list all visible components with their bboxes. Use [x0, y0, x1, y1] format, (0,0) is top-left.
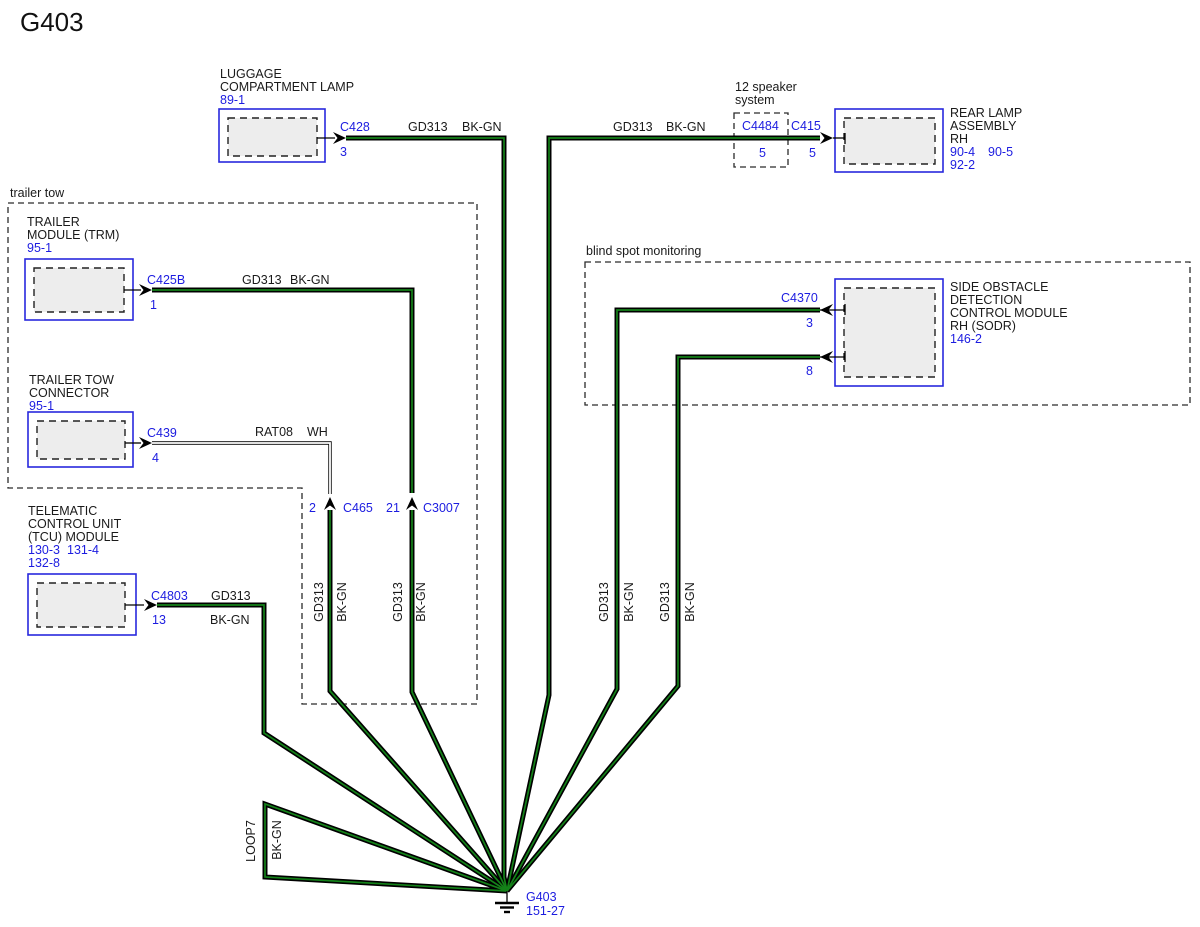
- wire-sodr8-color-label-vertical: BK-GN: [683, 582, 697, 622]
- c3007-pin-number: 21: [386, 501, 400, 515]
- wire-core: [152, 290, 412, 493]
- wire-trm-color-label: BK-GN: [290, 273, 330, 287]
- wire-c465-circuit-label-vertical: GD313: [312, 582, 326, 622]
- luggage-lamp-box: [219, 109, 325, 162]
- c465-pin-number: 2: [309, 501, 316, 515]
- wire-c3007-color-label-vertical: BK-GN: [414, 582, 428, 622]
- rear-lamp-page-ref-1[interactable]: 90-4: [950, 145, 975, 159]
- tcu-name-line3: (TCU) MODULE: [28, 530, 119, 544]
- trailer-module-box: [25, 259, 133, 320]
- c425b-label[interactable]: C425B: [147, 273, 185, 287]
- page-title: G403: [20, 7, 84, 37]
- rear-lamp-box: [835, 109, 943, 172]
- wire-tcu-circuit-label: GD313: [211, 589, 251, 603]
- speaker-system-label-line2: system: [735, 93, 775, 107]
- trailer-module-page-ref[interactable]: 95-1: [27, 241, 52, 255]
- wire-sodr8-circuit-label-vertical: GD313: [658, 582, 672, 622]
- sodr-name-line4: RH (SODR): [950, 319, 1016, 333]
- c415-pin-number: 5: [809, 146, 816, 160]
- c4484-pin-number: 5: [759, 146, 766, 160]
- ground-page-ref[interactable]: 151-27: [526, 904, 565, 918]
- wire-rat08-body: [152, 443, 330, 494]
- trailer-tow-region-label: trailer tow: [10, 186, 65, 200]
- tcu-name-line2: CONTROL UNIT: [28, 517, 122, 531]
- trailer-module-name-line1: TRAILER: [27, 215, 80, 229]
- trailer-tow-connector-page-ref[interactable]: 95-1: [29, 399, 54, 413]
- wire-core: [507, 357, 820, 891]
- blind-spot-region-label: blind spot monitoring: [586, 244, 701, 258]
- wiring-diagram-page: G403 LUGGAGE COMPARTMENT LAMP 89-1 C428 …: [0, 0, 1200, 927]
- c4370-pin3-number: 3: [806, 316, 813, 330]
- c4370-pin8-number: 8: [806, 364, 813, 378]
- tcu-page-ref-1[interactable]: 130-3: [28, 543, 60, 557]
- c415-arrow-icon: [820, 132, 833, 144]
- luggage-lamp-inner-box: [228, 118, 317, 156]
- c428-pin-number: 3: [340, 145, 347, 159]
- luggage-lamp-name-line2: COMPARTMENT LAMP: [220, 80, 354, 94]
- ground-id-label[interactable]: G403: [526, 890, 557, 904]
- c4370-label[interactable]: C4370: [781, 291, 818, 305]
- wire-trailer-module-to-c3007: [152, 290, 412, 493]
- c3007-label[interactable]: C3007: [423, 501, 460, 515]
- sodr-name-line2: DETECTION: [950, 293, 1022, 307]
- tcu-page-ref-3[interactable]: 132-8: [28, 556, 60, 570]
- tcu-page-ref-2[interactable]: 131-4: [67, 543, 99, 557]
- trailer-tow-connector-box: [28, 412, 133, 467]
- wire-c465-color-label-vertical: BK-GN: [335, 582, 349, 622]
- tcu-box: [28, 574, 136, 635]
- wire-rat08-color-label: WH: [307, 425, 328, 439]
- c465-label[interactable]: C465: [343, 501, 373, 515]
- c465-arrow-icon: [324, 497, 336, 510]
- trailer-module-name-line2: MODULE (TRM): [27, 228, 119, 242]
- wire-loop7-color-label-vertical: BK-GN: [270, 820, 284, 860]
- rear-lamp-page-ref-2[interactable]: 90-5: [988, 145, 1013, 159]
- sodr-name-line3: CONTROL MODULE: [950, 306, 1068, 320]
- wire-sodr-pin8-to-ground: [507, 357, 820, 891]
- sodr-inner-box: [844, 288, 935, 377]
- trailer-tow-connector-name-line2: CONNECTOR: [29, 386, 109, 400]
- luggage-lamp-page-ref[interactable]: 89-1: [220, 93, 245, 107]
- rear-lamp-page-ref-3[interactable]: 92-2: [950, 158, 975, 172]
- wire-rear-lamp-circuit-label: GD313: [613, 120, 653, 134]
- sodr-name-line1: SIDE OBSTACLE: [950, 280, 1048, 294]
- wiring-diagram-canvas: G403 LUGGAGE COMPARTMENT LAMP 89-1 C428 …: [0, 0, 1200, 927]
- speaker-system-label-line1: 12 speaker: [735, 80, 797, 94]
- wire-sodr3-circuit-label-vertical: GD313: [597, 582, 611, 622]
- c425b-pin-number: 1: [150, 298, 157, 312]
- rear-lamp-inner-box: [844, 118, 935, 164]
- wire-green-cores: [152, 138, 820, 891]
- rear-lamp-name-line2: ASSEMBLY: [950, 119, 1017, 133]
- wire-c3007-circuit-label-vertical: GD313: [391, 582, 405, 622]
- wire-sodr3-color-label-vertical: BK-GN: [622, 582, 636, 622]
- c439-label[interactable]: C439: [147, 426, 177, 440]
- c439-pin-number: 4: [152, 451, 159, 465]
- rear-lamp-name-line1: REAR LAMP: [950, 106, 1022, 120]
- wire-rat08-circuit-label: RAT08: [255, 425, 293, 439]
- wire-bodies: [152, 138, 820, 891]
- trailer-tow-connector-inner-box: [37, 421, 125, 459]
- luggage-lamp-name-line1: LUGGAGE: [220, 67, 282, 81]
- ground-symbol: [495, 891, 519, 912]
- wire-luggage-circuit-label: GD313: [408, 120, 448, 134]
- tcu-inner-box: [37, 583, 125, 627]
- wire-rat08-core: [152, 443, 330, 494]
- sodr-box: [835, 279, 943, 386]
- wire-loop7-circuit-label-vertical: LOOP7: [244, 820, 258, 862]
- wire-tcu-color-label: BK-GN: [210, 613, 250, 627]
- tcu-name-line1: TELEMATIC: [28, 504, 97, 518]
- c4803-label[interactable]: C4803: [151, 589, 188, 603]
- wire-rear-lamp-color-label: BK-GN: [666, 120, 706, 134]
- sodr-page-ref[interactable]: 146-2: [950, 332, 982, 346]
- c3007-arrow-icon: [406, 497, 418, 510]
- c4484-label[interactable]: C4484: [742, 119, 779, 133]
- c415-label[interactable]: C415: [791, 119, 821, 133]
- wire-luggage-color-label: BK-GN: [462, 120, 502, 134]
- wire-trm-circuit-label: GD313: [242, 273, 282, 287]
- rear-lamp-name-line3: RH: [950, 132, 968, 146]
- c428-label[interactable]: C428: [340, 120, 370, 134]
- c4803-pin-number: 13: [152, 613, 166, 627]
- trailer-module-inner-box: [34, 268, 124, 312]
- trailer-tow-connector-name-line1: TRAILER TOW: [29, 373, 114, 387]
